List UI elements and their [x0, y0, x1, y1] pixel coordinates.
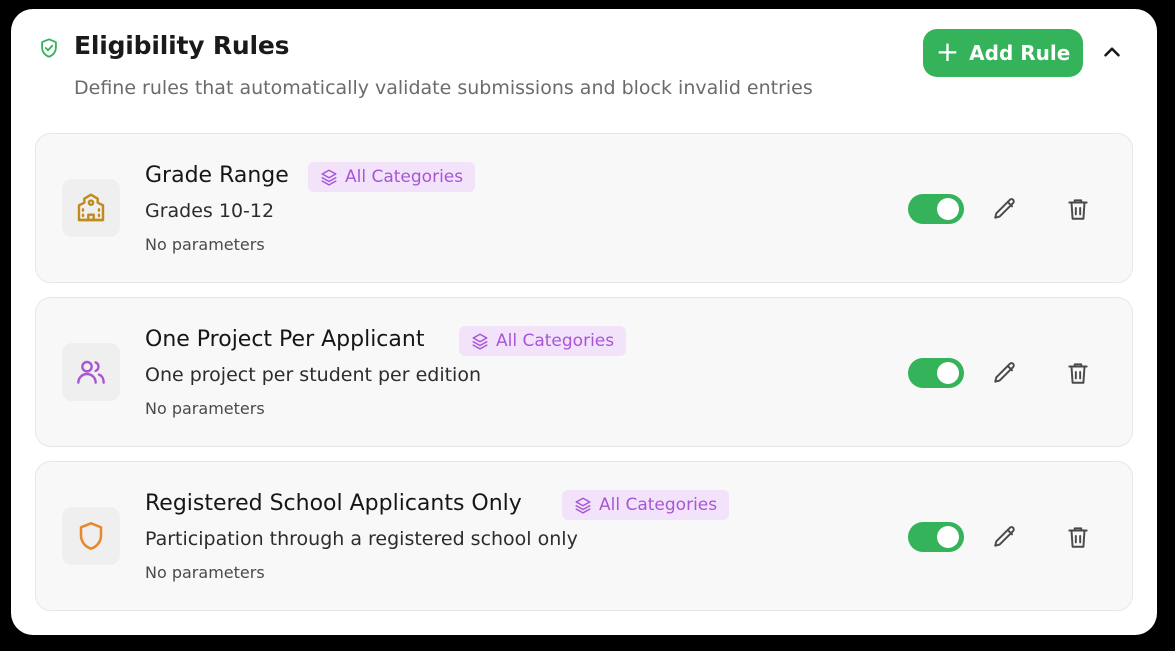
- trash-icon[interactable]: [1065, 196, 1091, 222]
- category-badge: All Categories: [562, 490, 730, 520]
- badge-label: All Categories: [496, 331, 615, 351]
- plus-icon: +: [935, 34, 960, 68]
- shield-icon: [79, 522, 103, 550]
- rule-card-one-project: One Project Per Applicant All Categories…: [35, 297, 1133, 447]
- shield-check-icon: [41, 38, 57, 58]
- rule-icon-container: [62, 343, 120, 401]
- rule-enabled-toggle[interactable]: [908, 522, 964, 552]
- page-title: Eligibility Rules: [74, 31, 290, 60]
- rule-enabled-toggle[interactable]: [908, 194, 964, 224]
- layers-icon: [575, 497, 591, 514]
- school-icon: [77, 193, 105, 222]
- rule-card-registered-school: Registered School Applicants Only All Ca…: [35, 461, 1133, 611]
- category-badge: All Categories: [459, 326, 627, 356]
- rule-enabled-toggle[interactable]: [908, 358, 964, 388]
- rule-description: Grades 10-12: [145, 200, 275, 222]
- rule-card-grade-range: Grade Range All Categories Grades 10-12 …: [35, 133, 1133, 283]
- rule-icon-container: [62, 179, 120, 237]
- rule-name: Grade Range: [145, 163, 289, 188]
- add-rule-button[interactable]: + Add Rule: [923, 29, 1083, 77]
- toggle-knob: [937, 198, 959, 220]
- rule-params: No parameters: [145, 399, 265, 418]
- trash-icon[interactable]: [1065, 524, 1091, 550]
- rule-description: Participation through a registered schoo…: [145, 528, 578, 550]
- add-rule-label: Add Rule: [969, 41, 1071, 65]
- pencil-icon[interactable]: [992, 524, 1018, 550]
- pencil-icon[interactable]: [992, 196, 1018, 222]
- rule-name: One Project Per Applicant: [145, 327, 425, 352]
- rule-params: No parameters: [145, 235, 265, 254]
- eligibility-rules-panel: Eligibility Rules Define rules that auto…: [11, 9, 1157, 635]
- toggle-knob: [937, 362, 959, 384]
- badge-label: All Categories: [345, 167, 464, 187]
- page-subtitle: Define rules that automatically validate…: [74, 77, 813, 99]
- layers-icon: [472, 333, 488, 350]
- category-badge: All Categories: [308, 162, 476, 192]
- trash-icon[interactable]: [1065, 360, 1091, 386]
- rule-params: No parameters: [145, 563, 265, 582]
- rule-description: One project per student per edition: [145, 364, 482, 386]
- toggle-knob: [937, 526, 959, 548]
- chevron-up-icon[interactable]: [1099, 39, 1125, 65]
- users-icon: [77, 360, 105, 384]
- pencil-icon[interactable]: [992, 360, 1018, 386]
- rule-icon-container: [62, 507, 120, 565]
- layers-icon: [321, 169, 337, 186]
- rule-name: Registered School Applicants Only: [145, 491, 522, 516]
- badge-label: All Categories: [599, 495, 718, 515]
